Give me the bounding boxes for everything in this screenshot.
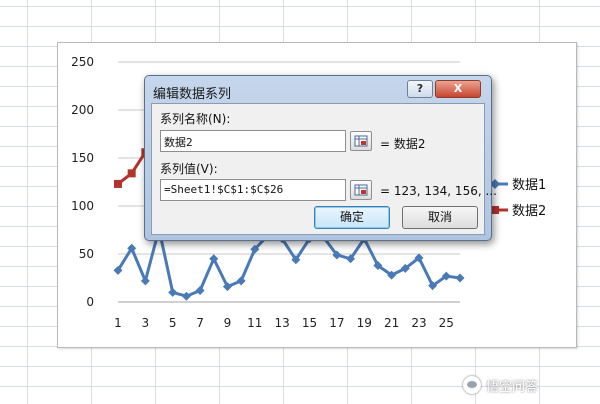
- x-tick-label: 3: [142, 316, 150, 330]
- watermark: 悟空问答: [463, 374, 538, 396]
- data-point: [140, 276, 150, 286]
- x-tick-label: 17: [329, 316, 344, 330]
- dialog-title: 编辑数据系列: [153, 87, 232, 102]
- legend-label: 数据1: [512, 178, 546, 193]
- cancel-button[interactable]: 取消: [402, 206, 478, 229]
- data-point: [236, 276, 246, 286]
- x-tick-label: 9: [224, 316, 232, 330]
- data-point: [181, 291, 191, 301]
- wukong-logo-icon: [463, 376, 481, 394]
- range-select-icon: [354, 135, 368, 147]
- range-select-icon: [354, 184, 368, 196]
- x-tick-label: 13: [275, 316, 290, 330]
- ok-button[interactable]: 确定: [314, 206, 390, 229]
- x-tick-label: 7: [196, 316, 204, 330]
- legend-marker: [491, 206, 499, 214]
- legend-label: 数据2: [512, 204, 546, 219]
- series-name-preview: = 数据2: [380, 137, 426, 151]
- x-tick-label: 21: [384, 316, 399, 330]
- data-point: [455, 273, 465, 283]
- y-tick-label: 200: [71, 103, 94, 117]
- series-values-preview: = 123, 134, 156, ...: [380, 184, 497, 198]
- y-tick-label: 100: [71, 199, 94, 213]
- collapse-range-button-values[interactable]: [350, 180, 372, 200]
- data-point: [114, 179, 122, 188]
- x-tick-label: 23: [411, 316, 426, 330]
- watermark-text: 悟空问答: [486, 379, 539, 395]
- y-tick-label: 150: [71, 151, 94, 165]
- x-tick-label: 15: [302, 316, 317, 330]
- y-tick-label: 0: [86, 295, 94, 309]
- series-name-input[interactable]: 数据2: [160, 130, 346, 152]
- data-point: [127, 169, 136, 178]
- help-button[interactable]: ?: [407, 80, 433, 98]
- y-tick-label: 250: [71, 55, 94, 69]
- x-tick-label: 5: [169, 316, 177, 330]
- y-tick-label: 50: [79, 247, 94, 261]
- x-tick-label: 19: [357, 316, 372, 330]
- collapse-range-button-name[interactable]: [350, 131, 372, 151]
- edit-series-dialog: 编辑数据系列 ? X 系列名称(N): 数据2 = 数据2 系列值(V): =S…: [144, 75, 497, 241]
- series-values-input[interactable]: =Sheet1!$C$1:$C$26: [160, 179, 346, 201]
- x-tick-label: 25: [439, 316, 454, 330]
- dialog-body: 系列名称(N): 数据2 = 数据2 系列值(V): =Sheet1!$C$1:…: [151, 103, 497, 235]
- series-name-label: 系列名称(N):: [160, 112, 231, 126]
- close-button[interactable]: X: [435, 80, 481, 98]
- data-point: [168, 287, 178, 297]
- x-tick-label: 1: [114, 316, 122, 330]
- data-point: [195, 285, 205, 295]
- series-values-label: 系列值(V):: [160, 162, 218, 176]
- x-tick-label: 11: [247, 316, 262, 330]
